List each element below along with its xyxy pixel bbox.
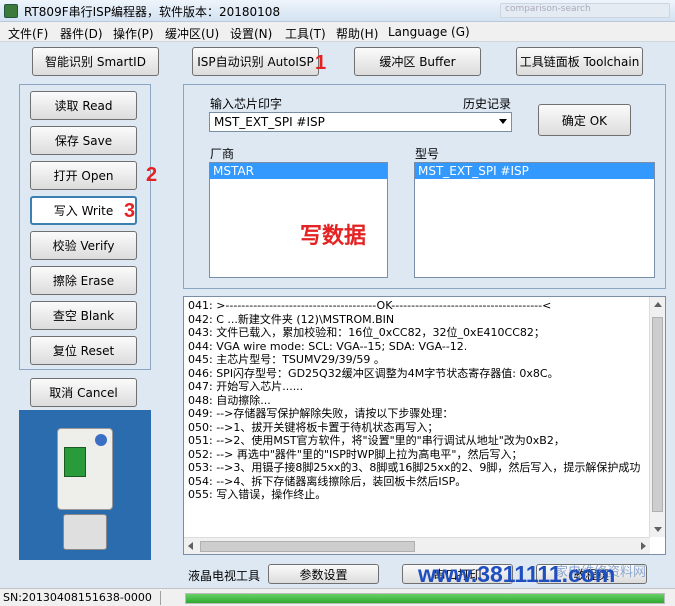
autoisp-button[interactable]: ISP自动识别 AutoISP — [192, 47, 319, 76]
progress-bar — [185, 593, 665, 604]
write-button[interactable]: 写入 Write — [30, 196, 137, 225]
menu-tools[interactable]: 工具(T) — [285, 25, 326, 42]
log-line: 049: -->存储器写保护解除失败，请按以下步骤处理： — [188, 407, 454, 420]
menu-operation[interactable]: 操作(P) — [113, 25, 154, 42]
log-line: 041: >----------------------------------… — [188, 299, 552, 312]
scroll-down-icon[interactable] — [654, 527, 662, 532]
open-button[interactable]: 打开 Open — [30, 161, 137, 190]
buffer-button[interactable]: 缓冲区 Buffer — [354, 47, 481, 76]
log-vertical-scrollbar[interactable] — [649, 297, 665, 537]
brand-logo-icon — [95, 434, 107, 446]
menu-language[interactable]: Language (G) — [388, 25, 470, 39]
history-label: 历史记录 — [463, 97, 512, 111]
log-line: 045: 主芯片型号：TSUMV29/39/59 。 — [188, 353, 385, 366]
menu-device[interactable]: 器件(D) — [60, 25, 103, 42]
lcd-tools-label: 液晶电视工具 — [188, 569, 261, 583]
app-icon — [4, 4, 18, 18]
programmer-body — [57, 428, 113, 510]
vertical-scroll-thumb[interactable] — [652, 317, 663, 512]
log-horizontal-scrollbar[interactable] — [184, 537, 650, 554]
menu-help[interactable]: 帮助(H) — [336, 25, 378, 42]
menu-settings[interactable]: 设置(N) — [230, 25, 272, 42]
read-button[interactable]: 读取 Read — [30, 91, 137, 120]
window-title: RT809F串行ISP编程器，软件版本：20180108 — [24, 5, 281, 19]
scroll-up-icon[interactable] — [654, 302, 662, 307]
chip-input-label: 输入芯片印字 — [210, 97, 283, 111]
horizontal-scroll-thumb[interactable] — [200, 541, 415, 552]
background-tab: comparison-search — [500, 3, 670, 18]
log-line: 053: -->3、用镊子接8脚25xx的3、8脚或16脚25xx的2、9脚，然… — [188, 461, 641, 474]
menu-buffer[interactable]: 缓冲区(U) — [165, 25, 219, 42]
title-bar: RT809F串行ISP编程器，软件版本：20180108 comparison-… — [0, 0, 675, 22]
vendor-label: 厂商 — [210, 147, 235, 161]
log-line: 050: -->1、拔开关键将板卡置于待机状态再写入； — [188, 420, 439, 434]
scroll-left-icon[interactable] — [188, 542, 193, 550]
toolchain-button[interactable]: 工具链面板 Toolchain — [516, 47, 643, 76]
zif-socket — [64, 447, 86, 477]
log-lines: 041: >----------------------------------… — [188, 299, 650, 502]
vga-connector — [63, 514, 107, 550]
log-line: 047: 开始写入芯片...... — [188, 380, 304, 393]
serial-number: SN:20130408151638-0000 — [3, 591, 152, 604]
write-data-annotation: 写数据 — [300, 224, 367, 249]
cancel-button[interactable]: 取消 Cancel — [30, 378, 137, 407]
smartid-button[interactable]: 智能识别 SmartID — [32, 47, 159, 76]
watermark-url: www.3811111.com — [418, 561, 616, 587]
step-1-marker: 1 — [315, 52, 327, 74]
menu-bar: 文件(F) 器件(D) 操作(P) 缓冲区(U) 设置(N) 工具(T) 帮助(… — [0, 22, 675, 42]
log-line: 055: 写入错误，操作终止。 — [188, 488, 327, 501]
menu-file[interactable]: 文件(F) — [8, 25, 48, 42]
chip-input-value: MST_EXT_SPI #ISP — [214, 115, 325, 129]
programmer-device-image — [19, 410, 151, 560]
reset-button[interactable]: 复位 Reset — [30, 336, 137, 365]
log-line: 046: SPI闪存型号：GD25Q32缓冲区调整为4M字节状态寄存器值: 0x… — [188, 366, 559, 380]
model-list[interactable]: MST_EXT_SPI #ISP — [414, 162, 655, 278]
log-panel[interactable]: 041: >----------------------------------… — [183, 296, 666, 555]
erase-button[interactable]: 擦除 Erase — [30, 266, 137, 295]
verify-button[interactable]: 校验 Verify — [30, 231, 137, 260]
status-bar: SN:20130408151638-0000 — [0, 588, 675, 606]
log-line: 048: 自动擦除... — [188, 393, 271, 407]
blank-button[interactable]: 查空 Blank — [30, 301, 137, 330]
save-button[interactable]: 保存 Save — [30, 126, 137, 155]
params-button[interactable]: 参数设置 — [268, 564, 379, 584]
log-line: 043: 文件已载入，累加校验和：16位_0xCC82，32位_0xE410CC… — [188, 326, 545, 339]
log-line: 044: VGA wire mode: SCL: VGA--15; SDA: V… — [188, 339, 468, 353]
vendor-list-item[interactable]: MSTAR — [210, 163, 387, 179]
log-line: 042: C ...新建文件夹 (12)\MSTROM.BIN — [188, 312, 395, 326]
step-3-marker: 3 — [124, 200, 136, 222]
scroll-right-icon[interactable] — [641, 542, 646, 550]
step-2-marker: 2 — [146, 164, 158, 186]
log-line: 051: -->2、使用MST官方软件，将"设置"里的"串行调试从地址"改为0x… — [188, 434, 565, 447]
model-list-item[interactable]: MST_EXT_SPI #ISP — [415, 163, 654, 179]
dropdown-arrow-icon[interactable] — [499, 119, 507, 124]
confirm-ok-button[interactable]: 确定 OK — [538, 104, 631, 136]
chip-input-combo[interactable]: MST_EXT_SPI #ISP — [209, 112, 512, 132]
model-label: 型号 — [415, 147, 440, 161]
status-separator — [160, 591, 161, 605]
log-line: 052: --> 再选中"器件"里的"ISP时WP脚上拉为高电平"，然后写入； — [188, 447, 523, 461]
progress-fill — [186, 594, 664, 603]
log-line: 054: -->4、拆下存储器离线擦除后，装回板卡然后ISP。 — [188, 474, 467, 488]
